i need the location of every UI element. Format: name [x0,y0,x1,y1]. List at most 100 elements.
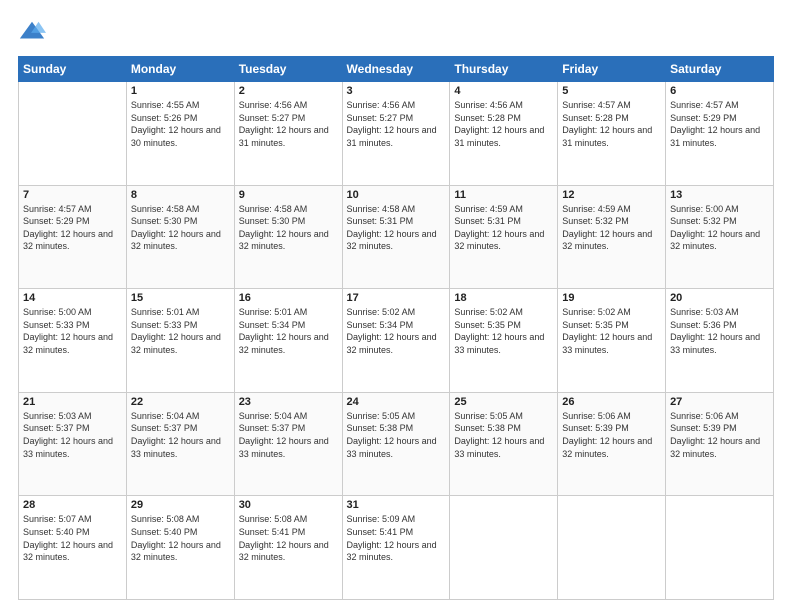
calendar-cell: 9 Sunrise: 4:58 AMSunset: 5:30 PMDaylight… [234,185,342,289]
day-number: 27 [670,396,769,408]
day-info: Sunrise: 4:55 AMSunset: 5:26 PMDaylight:… [131,99,230,149]
calendar-cell [666,496,774,600]
day-number: 22 [131,396,230,408]
day-info: Sunrise: 4:58 AMSunset: 5:30 PMDaylight:… [131,203,230,253]
calendar-cell: 1 Sunrise: 4:55 AMSunset: 5:26 PMDaylight… [126,82,234,186]
calendar-cell: 23Sunrise: 5:04 AMSunset: 5:37 PMDayligh… [234,392,342,496]
calendar-cell: 24 Sunrise: 5:05 AMSunset: 5:38 PMDayligh… [342,392,450,496]
calendar-cell: 26 Sunrise: 5:06 AMSunset: 5:39 PMDayligh… [558,392,666,496]
calendar-cell: 22 Sunrise: 5:04 AMSunset: 5:37 PMDayligh… [126,392,234,496]
calendar-day-header: Sunday [19,57,127,82]
day-number: 13 [670,189,769,201]
day-number: 3 [347,85,446,97]
calendar-day-header: Saturday [666,57,774,82]
day-number: 19 [562,292,661,304]
day-info: Sunrise: 4:59 AMSunset: 5:31 PMDaylight:… [454,203,553,253]
day-info: Sunrise: 4:58 AMSunset: 5:31 PMDaylight:… [347,203,446,253]
calendar-cell: 18 Sunrise: 5:02 AMSunset: 5:35 PMDayligh… [450,289,558,393]
page: SundayMondayTuesdayWednesdayThursdayFrid… [0,0,792,612]
calendar-cell: 29Sunrise: 5:08 AMSunset: 5:40 PMDayligh… [126,496,234,600]
calendar-day-header: Tuesday [234,57,342,82]
day-info: Sunrise: 5:04 AMSunset: 5:37 PMDaylight:… [239,410,338,460]
calendar-cell: 31 Sunrise: 5:09 AMSunset: 5:41 PMDayligh… [342,496,450,600]
day-number: 8 [131,189,230,201]
day-number: 7 [23,189,122,201]
day-number: 25 [454,396,553,408]
calendar-cell: 21Sunrise: 5:03 AMSunset: 5:37 PMDayligh… [19,392,127,496]
day-info: Sunrise: 5:07 AMSunset: 5:40 PMDaylight:… [23,513,122,563]
day-info: Sunrise: 5:04 AMSunset: 5:37 PMDaylight:… [131,410,230,460]
day-info: Sunrise: 4:57 AMSunset: 5:28 PMDaylight:… [562,99,661,149]
calendar-cell: 15 Sunrise: 5:01 AMSunset: 5:33 PMDayligh… [126,289,234,393]
calendar-cell [19,82,127,186]
calendar-cell: 7 Sunrise: 4:57 AMSunset: 5:29 PMDaylight… [19,185,127,289]
day-number: 16 [239,292,338,304]
day-number: 18 [454,292,553,304]
day-info: Sunrise: 5:03 AMSunset: 5:37 PMDaylight:… [23,410,122,460]
calendar-week-row: 21Sunrise: 5:03 AMSunset: 5:37 PMDayligh… [19,392,774,496]
day-info: Sunrise: 4:56 AMSunset: 5:28 PMDaylight:… [454,99,553,149]
calendar-week-row: 1 Sunrise: 4:55 AMSunset: 5:26 PMDaylight… [19,82,774,186]
day-number: 12 [562,189,661,201]
calendar-cell [558,496,666,600]
day-info: Sunrise: 5:08 AMSunset: 5:40 PMDaylight:… [131,513,230,563]
day-info: Sunrise: 5:03 AMSunset: 5:36 PMDaylight:… [670,306,769,356]
day-number: 11 [454,189,553,201]
calendar-table: SundayMondayTuesdayWednesdayThursdayFrid… [18,56,774,600]
calendar-cell: 28Sunrise: 5:07 AMSunset: 5:40 PMDayligh… [19,496,127,600]
calendar-cell: 3Sunrise: 4:56 AMSunset: 5:27 PMDaylight… [342,82,450,186]
day-info: Sunrise: 5:02 AMSunset: 5:35 PMDaylight:… [562,306,661,356]
calendar-cell: 25Sunrise: 5:05 AMSunset: 5:38 PMDayligh… [450,392,558,496]
day-info: Sunrise: 4:58 AMSunset: 5:30 PMDaylight:… [239,203,338,253]
day-number: 1 [131,85,230,97]
day-info: Sunrise: 5:00 AMSunset: 5:33 PMDaylight:… [23,306,122,356]
day-info: Sunrise: 5:02 AMSunset: 5:35 PMDaylight:… [454,306,553,356]
day-number: 4 [454,85,553,97]
calendar-cell: 16 Sunrise: 5:01 AMSunset: 5:34 PMDayligh… [234,289,342,393]
day-number: 10 [347,189,446,201]
day-number: 24 [347,396,446,408]
day-info: Sunrise: 5:00 AMSunset: 5:32 PMDaylight:… [670,203,769,253]
calendar-cell: 13 Sunrise: 5:00 AMSunset: 5:32 PMDayligh… [666,185,774,289]
day-info: Sunrise: 5:08 AMSunset: 5:41 PMDaylight:… [239,513,338,563]
day-info: Sunrise: 5:01 AMSunset: 5:34 PMDaylight:… [239,306,338,356]
calendar-cell: 5 Sunrise: 4:57 AMSunset: 5:28 PMDaylight… [558,82,666,186]
calendar-day-header: Thursday [450,57,558,82]
day-info: Sunrise: 5:05 AMSunset: 5:38 PMDaylight:… [347,410,446,460]
calendar-week-row: 28Sunrise: 5:07 AMSunset: 5:40 PMDayligh… [19,496,774,600]
day-info: Sunrise: 4:57 AMSunset: 5:29 PMDaylight:… [23,203,122,253]
calendar-day-header: Friday [558,57,666,82]
day-info: Sunrise: 5:01 AMSunset: 5:33 PMDaylight:… [131,306,230,356]
logo [18,18,50,46]
header [18,18,774,46]
day-info: Sunrise: 5:02 AMSunset: 5:34 PMDaylight:… [347,306,446,356]
day-number: 14 [23,292,122,304]
day-info: Sunrise: 5:06 AMSunset: 5:39 PMDaylight:… [562,410,661,460]
day-info: Sunrise: 4:59 AMSunset: 5:32 PMDaylight:… [562,203,661,253]
day-info: Sunrise: 5:09 AMSunset: 5:41 PMDaylight:… [347,513,446,563]
day-number: 5 [562,85,661,97]
calendar-cell: 10 Sunrise: 4:58 AMSunset: 5:31 PMDayligh… [342,185,450,289]
calendar-cell: 14 Sunrise: 5:00 AMSunset: 5:33 PMDayligh… [19,289,127,393]
calendar-cell: 27 Sunrise: 5:06 AMSunset: 5:39 PMDayligh… [666,392,774,496]
day-number: 15 [131,292,230,304]
calendar-week-row: 7 Sunrise: 4:57 AMSunset: 5:29 PMDaylight… [19,185,774,289]
day-info: Sunrise: 4:57 AMSunset: 5:29 PMDaylight:… [670,99,769,149]
day-number: 30 [239,499,338,511]
day-info: Sunrise: 5:06 AMSunset: 5:39 PMDaylight:… [670,410,769,460]
day-number: 2 [239,85,338,97]
calendar-cell: 4 Sunrise: 4:56 AMSunset: 5:28 PMDaylight… [450,82,558,186]
calendar-week-row: 14 Sunrise: 5:00 AMSunset: 5:33 PMDayligh… [19,289,774,393]
logo-icon [18,18,46,46]
day-number: 9 [239,189,338,201]
day-number: 17 [347,292,446,304]
calendar-cell: 6 Sunrise: 4:57 AMSunset: 5:29 PMDaylight… [666,82,774,186]
calendar-cell: 11 Sunrise: 4:59 AMSunset: 5:31 PMDayligh… [450,185,558,289]
calendar-day-header: Monday [126,57,234,82]
calendar-day-header: Wednesday [342,57,450,82]
day-number: 26 [562,396,661,408]
day-number: 31 [347,499,446,511]
calendar-cell [450,496,558,600]
day-number: 6 [670,85,769,97]
day-info: Sunrise: 4:56 AMSunset: 5:27 PMDaylight:… [239,99,338,149]
